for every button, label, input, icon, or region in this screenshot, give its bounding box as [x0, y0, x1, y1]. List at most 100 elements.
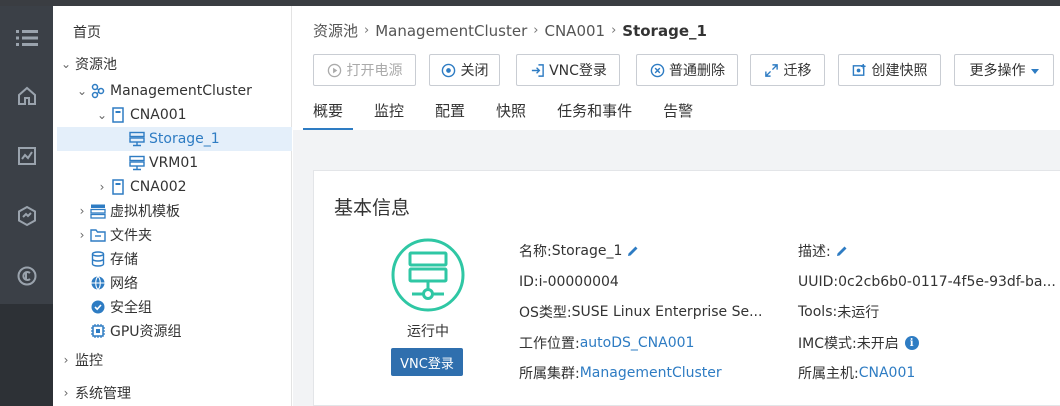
host-icon — [109, 178, 127, 196]
field-label: 名称: — [519, 244, 552, 260]
vm-icon — [128, 154, 146, 172]
chevron-right-icon[interactable]: › — [59, 386, 73, 400]
menu-icon[interactable] — [0, 8, 53, 68]
power-on-button[interactable]: 打开电源 — [313, 54, 416, 86]
main-panel: 资源池 › ManagementCluster › CNA001 › Stora… — [293, 6, 1060, 406]
home-icon[interactable] — [0, 66, 53, 126]
breadcrumb-item[interactable]: ManagementCluster — [375, 22, 527, 40]
field-label: 所属主机: — [798, 366, 859, 382]
tree-item-security-group[interactable]: 安全组 — [89, 295, 152, 319]
close-circle-icon — [649, 62, 665, 78]
vnc-login-button[interactable]: VNC登录 — [516, 54, 620, 86]
field-value: i-00000004 — [538, 274, 619, 290]
button-label: 普通删除 — [669, 63, 725, 79]
copyright-circle-icon[interactable] — [0, 246, 53, 306]
breadcrumb-separator: › — [611, 23, 617, 38]
security-group-icon — [89, 298, 107, 316]
chevron-down-icon[interactable]: ⌄ — [59, 57, 73, 71]
chevron-right-icon[interactable]: › — [59, 353, 73, 367]
tree-label: Storage_1 — [149, 131, 220, 147]
tree-label: 监控 — [75, 353, 103, 369]
tab-monitor[interactable]: 监控 — [364, 100, 414, 130]
tree-item-cna001[interactable]: ⌄ CNA001 — [95, 103, 187, 127]
tree-item-resource-pool[interactable]: ⌄ 资源池 — [59, 52, 117, 76]
pencil-icon[interactable] — [835, 244, 849, 258]
pencil-icon[interactable] — [626, 244, 640, 258]
chevron-right-icon[interactable]: › — [75, 228, 89, 242]
chevron-right-icon[interactable]: › — [75, 204, 89, 218]
main-header: 资源池 › ManagementCluster › CNA001 › Stora… — [293, 6, 1060, 130]
tree-item-gpu-group[interactable]: GPU资源组 — [89, 319, 182, 343]
chevron-down-icon[interactable]: ⌄ — [95, 108, 109, 122]
field-name: 名称: Storage_1 — [519, 241, 640, 261]
card-title: 基本信息 — [334, 197, 411, 219]
tab-alarms[interactable]: 告警 — [653, 100, 703, 130]
button-label: 迁移 — [783, 63, 812, 79]
tree-item-cna002[interactable]: › CNA002 — [95, 175, 187, 199]
create-snapshot-button[interactable]: 创建快照 — [838, 54, 941, 86]
tree-item-sys-mgmt[interactable]: › 系统管理 — [59, 381, 131, 405]
more-actions-button[interactable]: 更多操作 — [954, 54, 1054, 86]
delete-button[interactable]: 普通删除 — [636, 54, 738, 86]
tab-snapshot[interactable]: 快照 — [486, 100, 536, 130]
tree-item-cluster[interactable]: ⌄ ManagementCluster — [75, 79, 252, 103]
field-label: IMC模式: — [798, 336, 857, 352]
tree-label: GPU资源组 — [110, 324, 182, 340]
tree-label: ManagementCluster — [110, 83, 252, 99]
vm-running-icon — [390, 237, 466, 313]
tree-item-vm-templates[interactable]: › 虚拟机模板 — [75, 199, 180, 223]
vnc-login-button-card[interactable]: VNC登录 — [391, 348, 463, 376]
tab-config[interactable]: 配置 — [425, 100, 475, 130]
tab-tasks-events[interactable]: 任务和事件 — [547, 100, 642, 130]
breadcrumb-current: Storage_1 — [622, 21, 707, 40]
field-value: SUSE Linux Enterprise Se... — [571, 304, 763, 320]
button-label: 更多操作 — [969, 63, 1026, 79]
field-imc: IMC模式: 未开启 i — [798, 333, 919, 353]
field-id: ID: i-00000004 — [519, 272, 619, 292]
snapshot-icon — [852, 62, 868, 78]
chip-icon — [89, 322, 107, 340]
cluster-link[interactable]: ManagementCluster — [580, 365, 722, 381]
login-icon — [529, 62, 545, 78]
tree-item-storage1[interactable]: Storage_1 — [57, 127, 292, 151]
tree-item-vrm01[interactable]: VRM01 — [128, 151, 198, 175]
monitor-chart-icon[interactable] — [0, 126, 53, 186]
info-icon[interactable]: i — [904, 336, 919, 350]
button-label: 关闭 — [460, 63, 489, 79]
tree-item-storage[interactable]: 存储 — [89, 247, 138, 271]
network-icon[interactable] — [0, 186, 53, 246]
field-label: 所属集群: — [519, 366, 580, 382]
tree-label: VRM01 — [149, 155, 199, 171]
stop-circle-icon — [441, 62, 457, 78]
button-label: 创建快照 — [871, 63, 928, 79]
field-description: 描述: — [798, 241, 849, 261]
tree-item-monitor[interactable]: › 监控 — [59, 348, 103, 372]
tree-label: 资源池 — [75, 57, 117, 73]
field-label: Tools: — [798, 304, 838, 320]
chevron-down-icon[interactable]: ⌄ — [75, 84, 89, 98]
tree-item-home[interactable]: 首页 — [73, 20, 101, 44]
rail-lower-area — [0, 304, 53, 406]
field-host: 所属主机: CNA001 — [798, 363, 915, 383]
field-value: 0c2cb6b0-0117-4f5e-93df-ba... — [838, 274, 1056, 290]
breadcrumb-item[interactable]: CNA001 — [544, 22, 605, 40]
tree-item-network[interactable]: 网络 — [89, 271, 138, 295]
breadcrumb: 资源池 › ManagementCluster › CNA001 › Stora… — [313, 20, 707, 41]
vm-icon — [128, 130, 146, 148]
cluster-icon — [89, 82, 107, 100]
tab-summary[interactable]: 概要 — [303, 100, 354, 130]
chevron-right-icon[interactable]: › — [95, 180, 109, 194]
host-link[interactable]: CNA001 — [859, 365, 916, 381]
migrate-button[interactable]: 迁移 — [750, 54, 825, 86]
tree-label: 文件夹 — [110, 228, 152, 244]
field-label: OS类型: — [519, 305, 572, 321]
tree-item-folders[interactable]: › 文件夹 — [75, 223, 152, 247]
host-icon — [109, 106, 127, 124]
field-label: 描述: — [798, 244, 831, 260]
shutdown-button[interactable]: 关闭 — [429, 54, 500, 86]
tree-label: CNA002 — [130, 179, 187, 195]
breadcrumb-item[interactable]: 资源池 — [313, 20, 358, 41]
button-label: 打开电源 — [346, 63, 403, 79]
breadcrumb-separator: › — [364, 23, 370, 38]
datastore-link[interactable]: autoDS_CNA001 — [580, 335, 695, 351]
